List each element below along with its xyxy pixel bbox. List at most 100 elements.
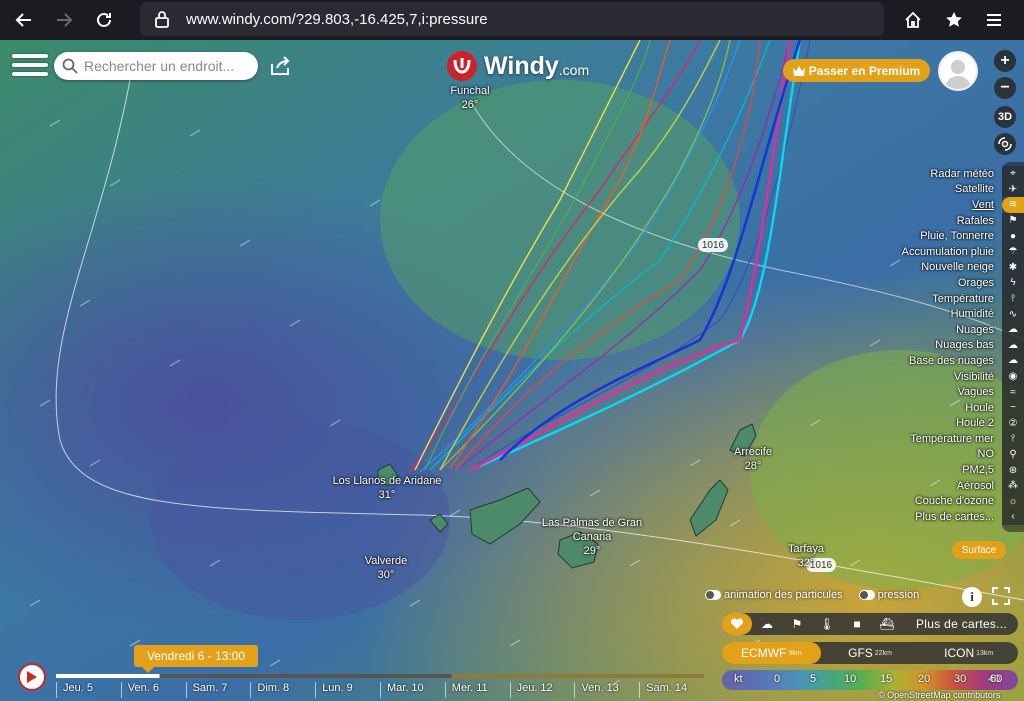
layer-item[interactable]: Température ⫯ — [834, 290, 1024, 307]
timeline-day[interactable]: Sam. 7 — [185, 682, 251, 698]
humidity-icon: ∿ — [1002, 306, 1024, 322]
timeline-day[interactable]: Jeu. 12 — [509, 682, 575, 698]
legend-value: 0 — [774, 673, 781, 685]
flag-icon: ⚑ — [791, 617, 803, 631]
surface-level-button[interactable]: Surface — [952, 541, 1006, 559]
premium-button[interactable]: Passer en Premium — [783, 59, 930, 82]
current-time-bubble[interactable]: Vendredi 6 - 13:00 — [134, 645, 258, 673]
layer-item[interactable]: Couche d'ozone ☼ — [834, 493, 1024, 510]
timeline-bar[interactable] — [56, 674, 704, 678]
boat-icon: ⛴ — [879, 617, 895, 631]
layer-item[interactable]: Vagues ≈ — [834, 384, 1024, 400]
particles-toggle[interactable]: animation des particules — [705, 589, 843, 601]
timeline-day[interactable]: Lun. 9 — [315, 682, 380, 698]
model-ecmwf[interactable]: ECMWF 9km — [722, 642, 821, 664]
radar-icon: ⌖ — [1002, 166, 1024, 182]
map-toggles: animation des particules pression — [705, 589, 935, 601]
zoom-in-button[interactable]: + — [994, 50, 1016, 72]
timeline-day[interactable]: Dim. 8 — [250, 682, 315, 698]
hamburger-icon — [987, 14, 1001, 26]
timeline-day[interactable]: Mer. 11 — [444, 682, 510, 698]
layer-item[interactable]: Orages ϟ — [834, 275, 1024, 291]
layer-item[interactable]: Houle 2 ② — [834, 415, 1024, 432]
timeline-day[interactable]: Mar. 10 — [379, 682, 445, 698]
quick-temp-button[interactable]: 🌡 — [812, 613, 842, 635]
quick-cloud-button[interactable]: ☁ — [752, 613, 782, 635]
search-box[interactable] — [54, 52, 258, 80]
model-icon[interactable]: ICON 13km — [919, 642, 1018, 664]
back-button[interactable] — [8, 4, 40, 36]
layer-item[interactable]: Pluie, Tonnerre ● — [834, 228, 1024, 244]
home-icon — [905, 11, 921, 28]
layer-label: Base des nuages — [908, 354, 994, 367]
ozone-icon: ☼ — [1002, 493, 1024, 510]
layer-item[interactable]: Accumulation pluie ☂ — [834, 243, 1024, 260]
place-funchal[interactable]: Funchal 26° — [440, 84, 500, 112]
toggle-switch — [858, 590, 875, 600]
fullscreen-button[interactable] — [992, 587, 1012, 607]
place-arrecife[interactable]: Arrecife 28° — [726, 445, 780, 473]
place-las-palmas[interactable]: Las Palmas de Gran Canaria 29° — [533, 516, 651, 558]
main-menu-button[interactable] — [12, 54, 48, 80]
place-valverde[interactable]: Valverde 30° — [358, 554, 414, 582]
layer-item[interactable]: Visibilité ◉ — [834, 368, 1024, 385]
layer-item[interactable]: PM2,5 ⊛ — [834, 462, 1024, 478]
quick-webcam-button[interactable]: ■ — [842, 613, 872, 635]
layer-item[interactable]: Rafales ⚑ — [834, 212, 1024, 229]
wind-legend[interactable]: kt 0 5 10 15 20 30 40 — [722, 670, 1018, 690]
reload-button[interactable] — [88, 4, 120, 36]
search-input[interactable] — [84, 58, 254, 74]
avatar[interactable] — [938, 51, 978, 91]
place-tarfaya[interactable]: Tarfaya 32° — [778, 542, 834, 570]
layer-item[interactable]: Base des nuages ☁ — [834, 353, 1024, 369]
layer-label: Orages — [957, 276, 994, 289]
model-gfs[interactable]: GFS 22km — [821, 642, 920, 664]
layer-label: Nuages — [956, 323, 994, 336]
layer-item[interactable]: Vent ≋ — [834, 197, 1024, 213]
layer-item[interactable]: Température mer ⫯ — [834, 431, 1024, 447]
timeline-day[interactable]: Jeu. 5 — [56, 682, 121, 698]
browser-menu-button[interactable] — [978, 4, 1010, 36]
more-maps-link[interactable]: Plus de cartes... — [916, 617, 1007, 631]
layer-item[interactable]: Nouvelle neige ✱ — [834, 259, 1024, 276]
layer-item[interactable]: Radar météo ⌖ — [834, 166, 1024, 182]
layer-item[interactable]: Houle ~ — [834, 399, 1024, 416]
pressure-toggle[interactable]: pression — [858, 589, 919, 601]
home-button[interactable] — [897, 4, 929, 36]
favorites-button[interactable] — [722, 613, 752, 635]
layer-label: Aérosol — [956, 479, 994, 492]
layer-item[interactable]: Humidité ∿ — [834, 306, 1024, 322]
layer-item[interactable]: Nuages ☁ — [834, 321, 1024, 338]
forward-button[interactable] — [48, 4, 80, 36]
place-los-llanos[interactable]: Los Llanos de Aridane 31° — [326, 474, 448, 502]
crown-icon — [792, 65, 805, 76]
info-button[interactable]: i — [962, 587, 982, 607]
layer-item[interactable]: Plus de cartes... ‹ — [834, 509, 1024, 525]
layer-item[interactable]: NO ⚲ — [834, 446, 1024, 463]
user-icon — [944, 60, 972, 89]
legend-value: 60 — [990, 673, 1003, 685]
view-3d-button[interactable]: 3D — [994, 106, 1016, 128]
reload-icon — [97, 12, 111, 27]
timeline-day[interactable]: Sam. 14 — [639, 682, 704, 698]
isobar-label: 1016 — [701, 240, 725, 251]
layer-label: Couche d'ozone — [914, 495, 994, 508]
play-button[interactable] — [18, 663, 46, 691]
quick-gusts-button[interactable]: ⚑ — [782, 613, 812, 635]
layer-item[interactable]: Nuages bas ☁ — [834, 337, 1024, 354]
layer-item[interactable]: Aérosol ⁂ — [834, 477, 1024, 494]
timeline-day[interactable]: Ven. 13 — [574, 682, 639, 698]
layer-label: Radar météo — [930, 167, 994, 180]
windy-logo[interactable]: Windy .com — [446, 50, 589, 82]
layer-label: Satellite — [954, 183, 994, 196]
hurricane-button[interactable] — [994, 133, 1016, 155]
zoom-out-button[interactable]: − — [994, 77, 1016, 99]
bookmark-button[interactable] — [938, 4, 970, 36]
timeline-day[interactable]: Ven. 6 — [120, 682, 186, 698]
url-bar[interactable]: www.windy.com/?29.803,-16.425,7,i:pressu… — [140, 2, 884, 36]
waves-icon: ≈ — [1002, 384, 1024, 400]
layer-item[interactable]: Satellite ✈ — [834, 181, 1024, 198]
share-button[interactable] — [268, 54, 294, 80]
quick-boat-button[interactable]: ⛴ — [872, 613, 902, 635]
attribution[interactable]: © OpenStreetMap contributors — [878, 690, 1000, 700]
